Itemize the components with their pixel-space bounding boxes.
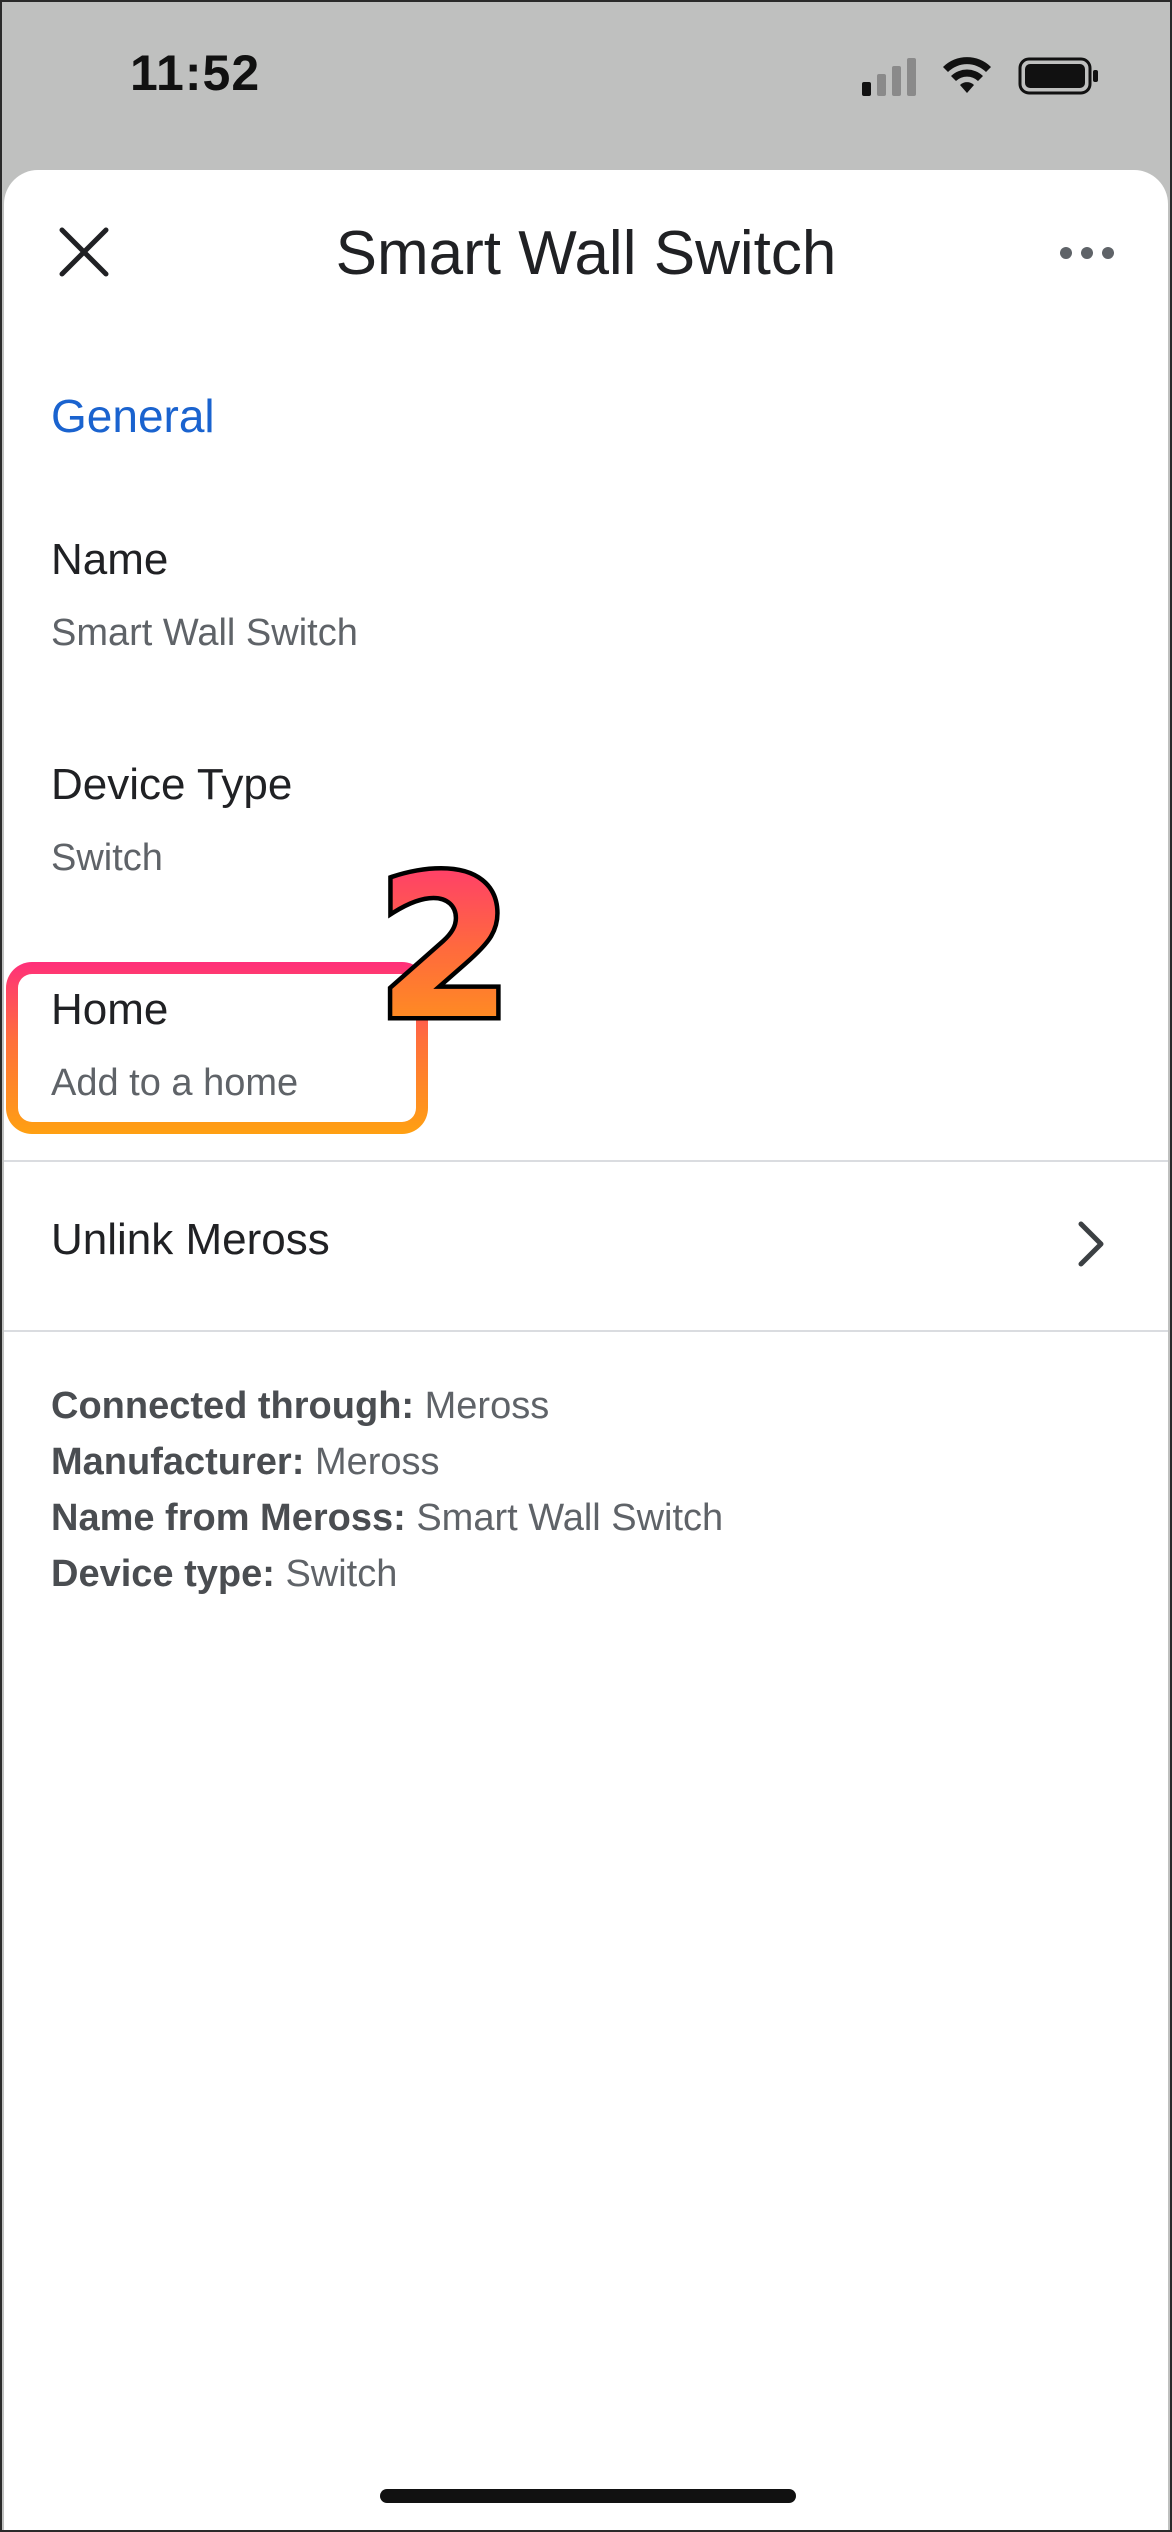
device-type-label: Device Type <box>51 760 293 809</box>
unlink-meross-label: Unlink Meross <box>51 1215 330 1264</box>
device-info: Connected through: Meross Manufacturer: … <box>51 1378 723 1602</box>
info-device-type: Device type: Switch <box>51 1546 723 1602</box>
more-options-icon[interactable] <box>1058 238 1116 268</box>
info-value: Meross <box>314 1441 440 1483</box>
info-label: Device type: <box>51 1553 275 1595</box>
home-indicator[interactable] <box>380 2489 796 2503</box>
info-value: Switch <box>285 1553 398 1595</box>
device-settings-sheet <box>4 170 1168 2532</box>
divider <box>4 1330 1168 1332</box>
info-manufacturer: Manufacturer: Meross <box>51 1434 723 1490</box>
info-connected-through: Connected through: Meross <box>51 1378 723 1434</box>
wifi-icon <box>943 57 991 93</box>
screen: 11:52 Smart Wall Switch General Name Sma… <box>0 0 1172 2532</box>
battery-icon <box>1018 57 1098 95</box>
info-label: Connected through: <box>51 1385 415 1427</box>
info-label: Name from Meross: <box>51 1497 406 1539</box>
device-type-value: Switch <box>51 837 163 879</box>
info-value: Smart Wall Switch <box>416 1497 724 1539</box>
page-title: Smart Wall Switch <box>335 219 837 288</box>
home-value: Add to a home <box>51 1062 299 1104</box>
name-value: Smart Wall Switch <box>51 612 358 654</box>
info-value: Meross <box>424 1385 550 1427</box>
step-number-badge: 2 <box>386 856 504 1036</box>
name-label: Name <box>51 535 169 584</box>
unlink-meross-row[interactable]: Unlink Meross <box>4 1162 1168 1328</box>
status-icons <box>862 56 1100 96</box>
home-label: Home <box>51 985 169 1034</box>
cellular-signal-icon <box>862 56 916 96</box>
info-name-from-meross: Name from Meross: Smart Wall Switch <box>51 1490 723 1546</box>
chevron-right-icon <box>1078 1221 1104 1267</box>
section-heading-general: General <box>51 390 215 442</box>
step-number-text: 2 <box>386 856 504 1036</box>
status-time: 11:52 <box>130 45 261 101</box>
info-label: Manufacturer: <box>51 1441 305 1483</box>
